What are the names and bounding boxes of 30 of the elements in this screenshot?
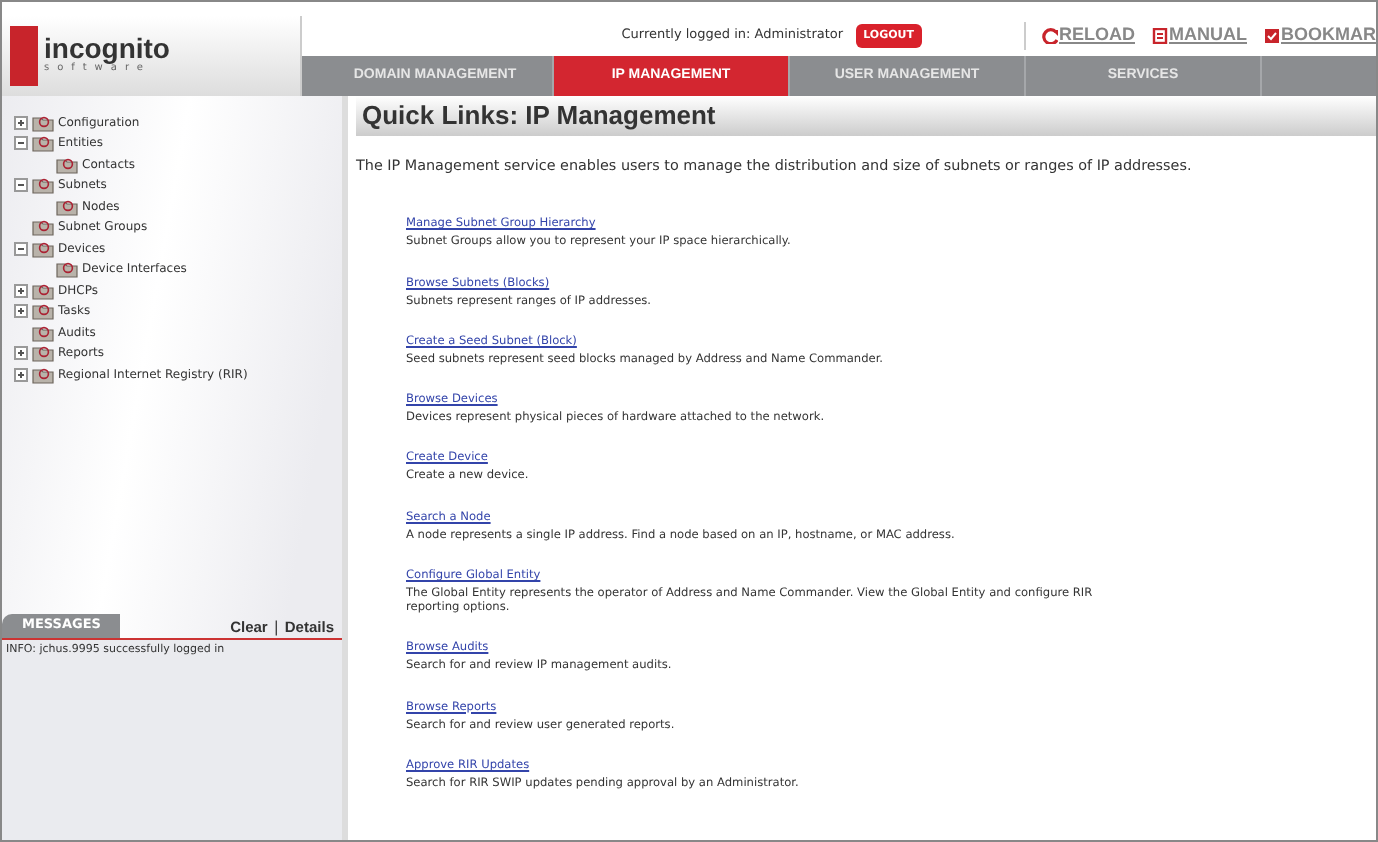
expand-icon[interactable] [14,367,28,382]
expand-icon[interactable] [14,346,28,361]
collapse-icon[interactable] [14,136,28,151]
folder-icon [32,134,54,153]
folder-icon [32,176,54,195]
toolbar-link[interactable]: BOOKMAR [1263,22,1376,50]
page-title: Quick Links: IP Management [356,96,1376,136]
folder-icon [32,302,54,321]
collapse-icon[interactable] [14,241,28,256]
folder-icon [32,218,54,237]
folder-icon [56,197,78,216]
checkbox-icon [1263,28,1279,44]
folder-icon [32,239,54,258]
folder-icon [56,260,78,279]
folder-icon [32,323,54,342]
folder-icon [32,365,54,384]
document-icon [1151,28,1167,44]
logo-mark [10,26,38,86]
collapse-icon[interactable] [14,178,28,193]
folder-icon [32,113,54,132]
expand-icon[interactable] [14,115,28,130]
folder-icon [32,344,54,363]
toolbar-link[interactable]: RELOAD [1041,22,1135,50]
reload-icon [1041,28,1057,44]
expand-icon[interactable] [14,304,28,319]
folder-icon [56,155,78,174]
toolbar-link[interactable]: MANUAL [1151,22,1247,50]
folder-icon [32,281,54,300]
logo-text: incognito [44,34,170,63]
expand-icon[interactable] [14,283,28,298]
